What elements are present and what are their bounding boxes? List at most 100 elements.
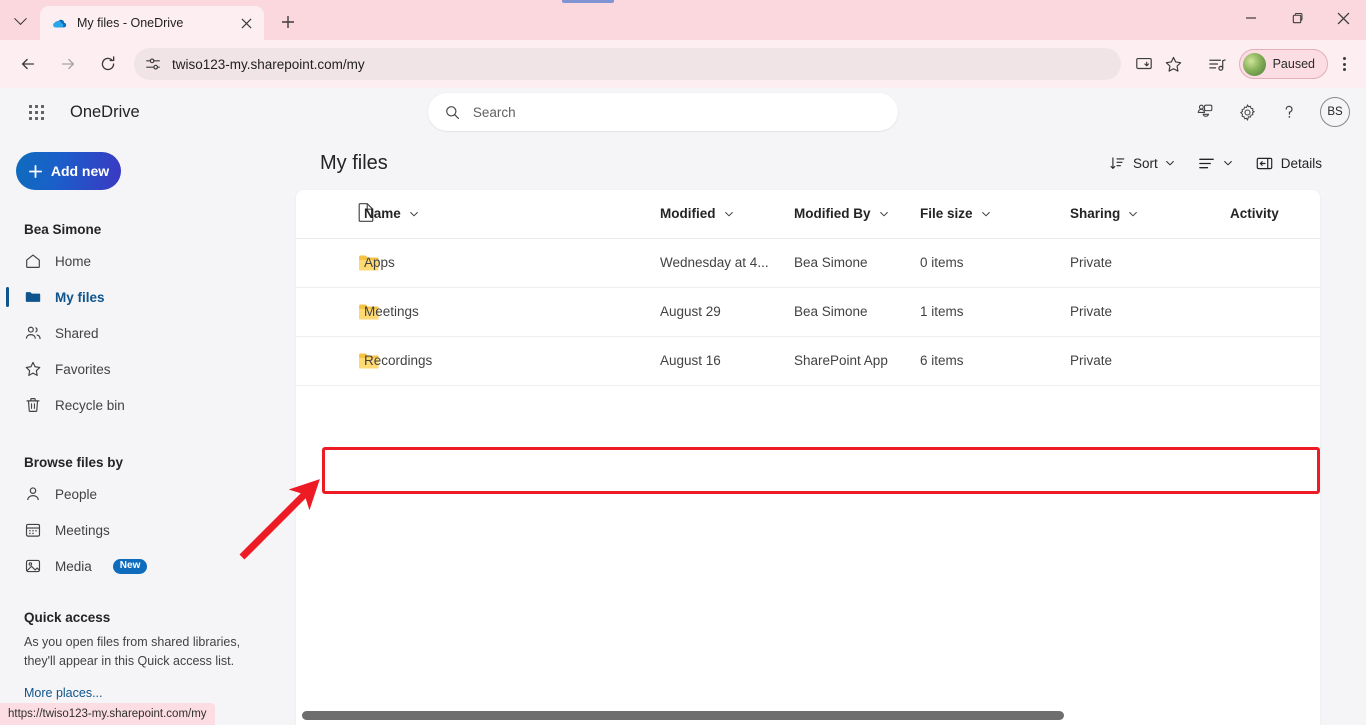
row-sharing[interactable]: Private bbox=[1070, 238, 1230, 288]
row-file-size: 1 items bbox=[920, 287, 1070, 337]
column-header-file-type[interactable] bbox=[296, 190, 374, 239]
calendar-icon bbox=[25, 523, 41, 537]
media-controls-icon[interactable] bbox=[1203, 49, 1233, 79]
reload-icon[interactable] bbox=[92, 48, 124, 80]
page-title: My files bbox=[320, 152, 388, 174]
sidebar-item-my-files[interactable]: My files bbox=[0, 279, 296, 315]
sidebar-item-recycle-bin[interactable]: Recycle bin bbox=[0, 387, 296, 423]
sidebar-item-shared[interactable]: Shared bbox=[0, 315, 296, 351]
row-name[interactable]: Meetings bbox=[364, 287, 660, 337]
table-header-row: Name Modified Modified By File size Shar… bbox=[296, 190, 1320, 239]
star-icon bbox=[25, 361, 41, 376]
chevron-down-icon bbox=[981, 211, 990, 217]
row-name[interactable]: Recordings bbox=[364, 336, 660, 386]
app-brand-title[interactable]: OneDrive bbox=[70, 103, 140, 122]
row-activity bbox=[1230, 336, 1320, 386]
address-bar[interactable]: twiso123-my.sharepoint.com/my bbox=[134, 48, 1121, 80]
settings-gear-icon[interactable] bbox=[1228, 93, 1266, 131]
window-controls bbox=[1228, 0, 1366, 40]
sort-icon bbox=[1110, 156, 1125, 169]
sidebar-item-label: Shared bbox=[55, 325, 99, 341]
sidebar-item-label: My files bbox=[55, 289, 105, 305]
row-sharing[interactable]: Private bbox=[1070, 336, 1230, 386]
my-day-icon[interactable] bbox=[1186, 93, 1224, 131]
app-launcher-icon[interactable] bbox=[16, 92, 56, 132]
browser-menu-button[interactable] bbox=[1330, 50, 1358, 78]
row-modified-by: SharePoint App bbox=[794, 336, 920, 386]
more-places-link[interactable]: More places... bbox=[0, 686, 296, 700]
user-avatar[interactable]: BS bbox=[1320, 97, 1350, 127]
list-view-icon bbox=[1198, 158, 1214, 168]
trash-icon bbox=[26, 398, 40, 412]
files-table: Name Modified Modified By File size Shar… bbox=[296, 190, 1320, 386]
column-header-sharing[interactable]: Sharing bbox=[1070, 190, 1230, 239]
sidebar-item-media[interactable]: Media New bbox=[0, 548, 296, 584]
add-new-button[interactable]: Add new bbox=[16, 152, 121, 190]
browser-tab-active[interactable]: My files - OneDrive bbox=[40, 6, 264, 40]
browser-toolbar: twiso123-my.sharepoint.com/my Paused bbox=[0, 40, 1366, 88]
top-edge-sliver bbox=[562, 0, 614, 3]
horizontal-scrollbar[interactable] bbox=[296, 709, 1320, 721]
details-button[interactable]: Details bbox=[1247, 147, 1330, 179]
app-header: OneDrive Search BS bbox=[0, 88, 1366, 136]
chevron-down-icon bbox=[1129, 211, 1138, 217]
back-arrow-icon[interactable] bbox=[12, 48, 44, 80]
sort-button[interactable]: Sort bbox=[1101, 147, 1183, 179]
sidebar-browse-title: Browse files by bbox=[24, 455, 124, 470]
column-header-modified[interactable]: Modified bbox=[660, 190, 794, 239]
quick-access-description: As you open files from shared libraries,… bbox=[24, 635, 241, 669]
forward-arrow-icon[interactable] bbox=[52, 48, 84, 80]
bookmark-star-icon[interactable] bbox=[1159, 49, 1189, 79]
row-name[interactable]: Apps bbox=[364, 238, 660, 288]
table-row[interactable]: Meetings August 29 Bea Simone 1 items Pr… bbox=[296, 287, 1320, 337]
profile-photo bbox=[1242, 52, 1266, 76]
profile-status-label: Paused bbox=[1272, 57, 1315, 71]
column-header-label: Modified bbox=[660, 206, 716, 222]
sidebar-item-label: Recycle bin bbox=[55, 397, 125, 413]
row-modified: August 16 bbox=[660, 336, 794, 386]
sidebar-item-meetings[interactable]: Meetings bbox=[0, 512, 296, 548]
row-file-size: 6 items bbox=[920, 336, 1070, 386]
column-header-name[interactable]: Name bbox=[364, 190, 660, 239]
search-input[interactable] bbox=[472, 104, 882, 120]
close-tab-icon[interactable] bbox=[236, 13, 256, 33]
column-header-label: Modified By bbox=[794, 206, 871, 222]
address-bar-url: twiso123-my.sharepoint.com/my bbox=[172, 56, 365, 72]
table-row[interactable]: Recordings August 16 SharePoint App 6 it… bbox=[296, 336, 1320, 386]
row-folder-icon-cell bbox=[296, 287, 379, 337]
minimize-window-button[interactable] bbox=[1228, 0, 1274, 36]
site-settings-icon[interactable] bbox=[144, 55, 162, 73]
maximize-window-button[interactable] bbox=[1274, 0, 1320, 36]
sidebar-item-home[interactable]: Home bbox=[0, 243, 296, 279]
close-window-button[interactable] bbox=[1320, 0, 1366, 36]
media-new-badge: New bbox=[112, 558, 148, 574]
row-sharing[interactable]: Private bbox=[1070, 287, 1230, 337]
table-row[interactable]: Apps Wednesday at 4... Bea Simone 0 item… bbox=[296, 238, 1320, 288]
sidebar-account-name: Bea Simone bbox=[24, 222, 102, 237]
image-icon bbox=[25, 559, 41, 573]
install-app-icon[interactable] bbox=[1129, 49, 1159, 79]
search-box[interactable] bbox=[427, 93, 898, 131]
chevron-down-icon bbox=[13, 11, 27, 25]
view-options-button[interactable] bbox=[1189, 147, 1241, 179]
sidebar-item-favorites[interactable]: Favorites bbox=[0, 351, 296, 387]
browser-profile-button[interactable]: Paused bbox=[1238, 49, 1328, 79]
new-tab-button[interactable] bbox=[274, 8, 302, 36]
chevron-down-icon bbox=[879, 211, 888, 217]
content-area: My files Sort Details Name Modified Modi… bbox=[296, 136, 1366, 725]
home-icon bbox=[26, 254, 40, 268]
plus-icon bbox=[282, 16, 294, 28]
column-header-label: File size bbox=[920, 206, 973, 222]
column-header-modified-by[interactable]: Modified By bbox=[794, 190, 920, 239]
onedrive-cloud-icon bbox=[53, 19, 67, 28]
sort-label: Sort bbox=[1132, 155, 1158, 171]
horizontal-scrollbar-thumb[interactable] bbox=[302, 711, 1064, 720]
tab-search-button[interactable] bbox=[6, 7, 34, 35]
column-header-activity[interactable]: Activity bbox=[1230, 190, 1320, 239]
details-pane-icon bbox=[1256, 157, 1273, 169]
column-header-file-size[interactable]: File size bbox=[920, 190, 1070, 239]
sidebar-item-people[interactable]: People bbox=[0, 476, 296, 512]
onedrive-app: OneDrive Search BS Add new Bea Simone Ho… bbox=[0, 88, 1366, 725]
row-file-size: 0 items bbox=[920, 238, 1070, 288]
help-question-icon[interactable] bbox=[1270, 93, 1308, 131]
